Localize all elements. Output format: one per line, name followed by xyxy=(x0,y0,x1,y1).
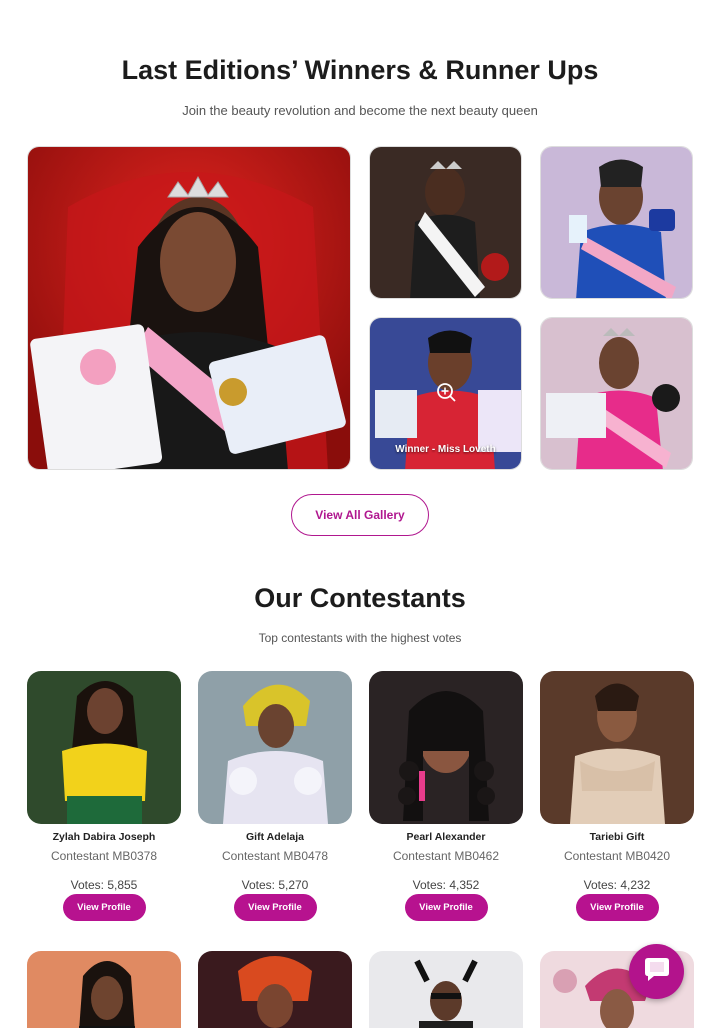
contestant-name: Pearl Alexander xyxy=(406,831,486,843)
contestant-avatar[interactable] xyxy=(27,671,181,824)
contestant-code: Contestant MB0478 xyxy=(221,849,329,863)
winner-miss-loveth-photo[interactable]: Winner - Miss Loveth xyxy=(369,317,522,470)
photo-caption: Winner - Miss Loveth xyxy=(395,444,496,455)
contestant-card: Gift Adelaja Contestant MB0478 Votes: 5,… xyxy=(198,671,352,921)
contestants-title: Our Contestants xyxy=(254,583,466,613)
contestant-avatar[interactable] xyxy=(27,951,181,1028)
contestant-card: Tariebi Gift Contestant MB0420 Votes: 4,… xyxy=(540,671,694,921)
view-profile-button[interactable]: View Profile xyxy=(62,894,146,921)
contestants-subtitle: Top contestants with the highest votes xyxy=(258,631,462,645)
contestant-code: Contestant MB0462 xyxy=(392,849,500,863)
contestant-avatar[interactable] xyxy=(198,951,352,1028)
contestant-code: Contestant MB0378 xyxy=(50,849,158,863)
contestant-name: Tariebi Gift xyxy=(589,831,645,843)
contestant-card: Pearl Alexander Contestant MB0462 Votes:… xyxy=(369,671,523,921)
contestant-avatar[interactable] xyxy=(198,671,352,824)
contestant-votes: Votes: 4,232 xyxy=(583,878,651,892)
winner-pink-photo[interactable] xyxy=(540,317,693,470)
contestant-avatar[interactable] xyxy=(369,671,523,824)
contestant-votes: Votes: 5,270 xyxy=(241,878,309,892)
contestant-votes: Votes: 5,855 xyxy=(70,878,138,892)
miss-culture-photo[interactable] xyxy=(369,146,522,299)
contestant-avatar[interactable] xyxy=(369,951,523,1028)
winner-blue-photo[interactable] xyxy=(540,146,693,299)
gallery-title: Last Editions’ Winners & Runner Ups xyxy=(121,55,599,85)
view-profile-button[interactable]: View Profile xyxy=(575,894,659,921)
gallery-subtitle: Join the beauty revolution and become th… xyxy=(182,103,538,118)
chat-bubble-icon xyxy=(642,954,672,989)
contestant-card: Zylah Dabira Joseph Contestant MB0378 Vo… xyxy=(27,671,181,921)
contestant-name: Gift Adelaja xyxy=(246,831,304,843)
chat-button[interactable] xyxy=(629,944,684,999)
contestant-code: Contestant MB0420 xyxy=(563,849,671,863)
zoom-in-icon[interactable] xyxy=(436,382,456,402)
contestant-avatar[interactable] xyxy=(540,671,694,824)
view-profile-button[interactable]: View Profile xyxy=(233,894,317,921)
contestant-name: Zylah Dabira Joseph xyxy=(52,831,156,843)
contestant-votes: Votes: 4,352 xyxy=(412,878,480,892)
view-all-gallery-button[interactable]: View All Gallery xyxy=(291,494,429,536)
view-profile-button[interactable]: View Profile xyxy=(404,894,488,921)
winner-main-photo[interactable] xyxy=(27,146,351,470)
